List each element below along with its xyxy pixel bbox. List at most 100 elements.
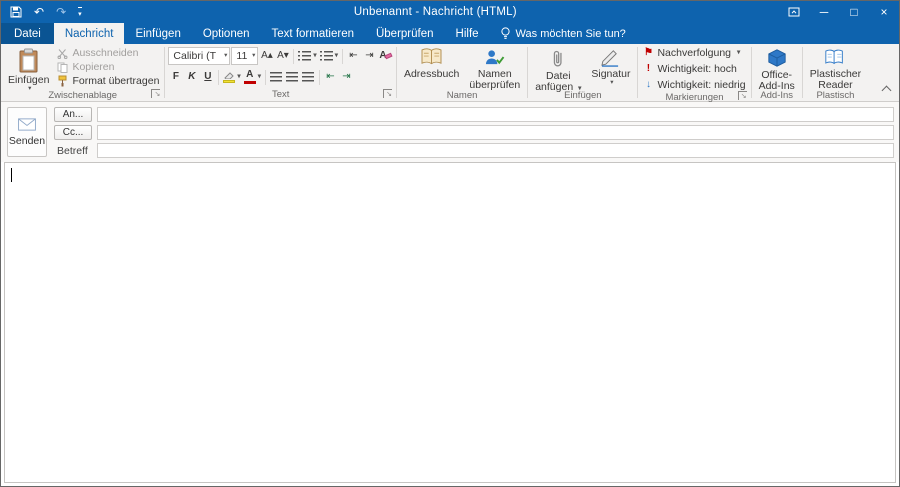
divider — [293, 49, 294, 64]
low-importance-label: Wichtigkeit: niedrig — [657, 79, 745, 91]
dialog-launcher-icon[interactable]: ↘ — [151, 89, 160, 98]
ribbon-group-clipboard: Einfügen ▾ Ausschneiden Kopieren — [1, 44, 164, 101]
tab-nachricht[interactable]: Nachricht — [54, 23, 125, 44]
tags-group-label: Markierungen — [665, 92, 723, 103]
names-group-label: Namen — [447, 90, 478, 101]
attach-file-button[interactable]: Datei anfügen ▾ — [531, 46, 585, 90]
outlook-compose-window: ↶ ↷ ▾ Unbenannt - Nachricht (HTML) ─ □ ×… — [0, 0, 900, 487]
high-importance-button[interactable]: ! Wichtigkeit: hoch — [641, 62, 747, 76]
flag-icon: ⚑ — [643, 48, 653, 58]
align-center-icon[interactable] — [285, 69, 300, 86]
address-fields: An... Cc... Betreff — [54, 107, 894, 158]
collapse-ribbon-icon[interactable] — [882, 86, 892, 96]
text-highlight-color-icon[interactable]: ▾ — [222, 69, 241, 86]
tab-text-formatieren[interactable]: Text formatieren — [261, 23, 365, 44]
window-controls: ─ □ × — [779, 1, 899, 23]
format-painter-label: Format übertragen — [72, 75, 159, 87]
addins-cube-icon — [766, 48, 788, 68]
tab-einfuegen[interactable]: Einfügen — [124, 23, 191, 44]
cc-input[interactable] — [97, 125, 894, 140]
copy-label: Kopieren — [72, 61, 114, 73]
grow-font-icon[interactable]: A▴ — [259, 48, 274, 65]
tab-optionen[interactable]: Optionen — [192, 23, 261, 44]
send-button[interactable]: Senden — [7, 107, 47, 157]
cc-row: Cc... — [54, 125, 894, 140]
close-icon[interactable]: × — [869, 1, 899, 23]
tell-me-label: Was möchten Sie tun? — [516, 28, 626, 40]
to-input[interactable] — [97, 107, 894, 122]
cc-button[interactable]: Cc... — [54, 125, 92, 140]
clear-formatting-icon[interactable]: A — [378, 48, 393, 65]
to-button[interactable]: An... — [54, 107, 92, 122]
font-name-select[interactable]: Calibri (T ▾ — [168, 47, 230, 65]
send-envelope-icon — [17, 117, 37, 132]
quick-access-toolbar: ↶ ↷ ▾ — [1, 6, 92, 18]
immersive-reader-button[interactable]: Plastischer Reader — [806, 46, 865, 90]
compose-header: Senden An... Cc... Betreff — [1, 102, 899, 162]
format-painter-button[interactable]: Format übertragen — [55, 74, 161, 88]
font-size-value: 11 — [236, 50, 247, 62]
outdent-icon[interactable]: ⇤ — [323, 69, 338, 86]
tab-ueberpruefen[interactable]: Überprüfen — [365, 23, 445, 44]
italic-icon[interactable]: K — [184, 69, 199, 86]
immersive-group-label: Plastisch — [816, 90, 854, 101]
increase-indent-icon[interactable]: ⇥ — [362, 48, 377, 65]
low-importance-icon: ↓ — [643, 80, 653, 90]
redo-icon[interactable]: ↷ — [56, 6, 66, 18]
message-body[interactable] — [4, 162, 896, 483]
underline-icon[interactable]: U — [200, 69, 215, 86]
paperclip-icon — [552, 48, 565, 69]
tab-datei[interactable]: Datei — [1, 23, 54, 44]
subject-row: Betreff — [54, 143, 894, 158]
address-book-label: Adressbuch — [404, 69, 459, 80]
align-right-icon[interactable] — [301, 69, 316, 86]
clipboard-group-label: Zwischenablage — [48, 90, 117, 101]
bullet-list-icon[interactable]: ▾ — [297, 48, 317, 65]
cut-button[interactable]: Ausschneiden — [55, 46, 161, 60]
numbered-list-icon[interactable]: ▾ — [319, 48, 339, 65]
ribbon-group-names: Adressbuch Namen überprüfen Namen — [397, 44, 527, 101]
titlebar: ↶ ↷ ▾ Unbenannt - Nachricht (HTML) ─ □ × — [1, 1, 899, 23]
signature-button[interactable]: Signatur ▾ — [587, 46, 634, 90]
shrink-font-icon[interactable]: A▾ — [275, 48, 290, 65]
font-size-select[interactable]: 11 ▾ — [231, 47, 258, 65]
dialog-launcher-icon[interactable]: ↘ — [738, 91, 747, 100]
ribbon-display-options-icon[interactable] — [779, 1, 809, 23]
ribbon-tab-bar: Datei Nachricht Einfügen Optionen Text f… — [1, 23, 899, 44]
undo-icon[interactable]: ↶ — [34, 6, 44, 18]
ribbon-group-immersive: Plastischer Reader Plastisch — [803, 44, 868, 101]
tell-me-search[interactable]: Was möchten Sie tun? — [490, 23, 636, 44]
divider — [265, 70, 266, 85]
chevron-down-icon: ▾ — [737, 50, 740, 57]
cut-label: Ausschneiden — [72, 47, 138, 59]
minimize-icon[interactable]: ─ — [809, 1, 839, 23]
align-left-icon[interactable] — [269, 69, 284, 86]
subject-input[interactable] — [97, 143, 894, 158]
paste-button[interactable]: Einfügen ▾ — [4, 46, 53, 90]
office-addins-button[interactable]: Office- Add-Ins — [755, 46, 799, 90]
text-group-label: Text — [272, 89, 289, 100]
bold-icon[interactable]: F — [168, 69, 183, 86]
high-importance-icon: ! — [643, 64, 653, 74]
font-color-icon[interactable]: A ▾ — [243, 69, 262, 86]
send-label: Senden — [9, 135, 45, 147]
decrease-indent-icon[interactable]: ⇤ — [346, 48, 361, 65]
save-icon[interactable] — [10, 6, 22, 18]
tab-hilfe[interactable]: Hilfe — [445, 23, 490, 44]
scissors-icon — [57, 48, 68, 59]
include-group-label: Einfügen — [564, 90, 602, 101]
customize-quick-access-icon[interactable]: ▾ — [78, 7, 82, 18]
divider — [319, 70, 320, 85]
dialog-launcher-icon[interactable]: ↘ — [383, 89, 392, 98]
check-names-button[interactable]: Namen überprüfen — [465, 46, 524, 90]
signature-pen-icon — [600, 48, 621, 67]
ribbon-group-tags: ⚑ Nachverfolgung ▾ ! Wichtigkeit: hoch ↓… — [638, 44, 750, 101]
follow-up-button[interactable]: ⚑ Nachverfolgung ▾ — [641, 46, 747, 60]
indent-icon[interactable]: ⇥ — [339, 69, 354, 86]
subject-label: Betreff — [54, 145, 92, 157]
address-book-button[interactable]: Adressbuch — [400, 46, 463, 90]
copy-button[interactable]: Kopieren — [55, 60, 161, 74]
format-painter-brush-icon — [57, 75, 68, 87]
low-importance-button[interactable]: ↓ Wichtigkeit: niedrig — [641, 78, 747, 92]
maximize-icon[interactable]: □ — [839, 1, 869, 23]
